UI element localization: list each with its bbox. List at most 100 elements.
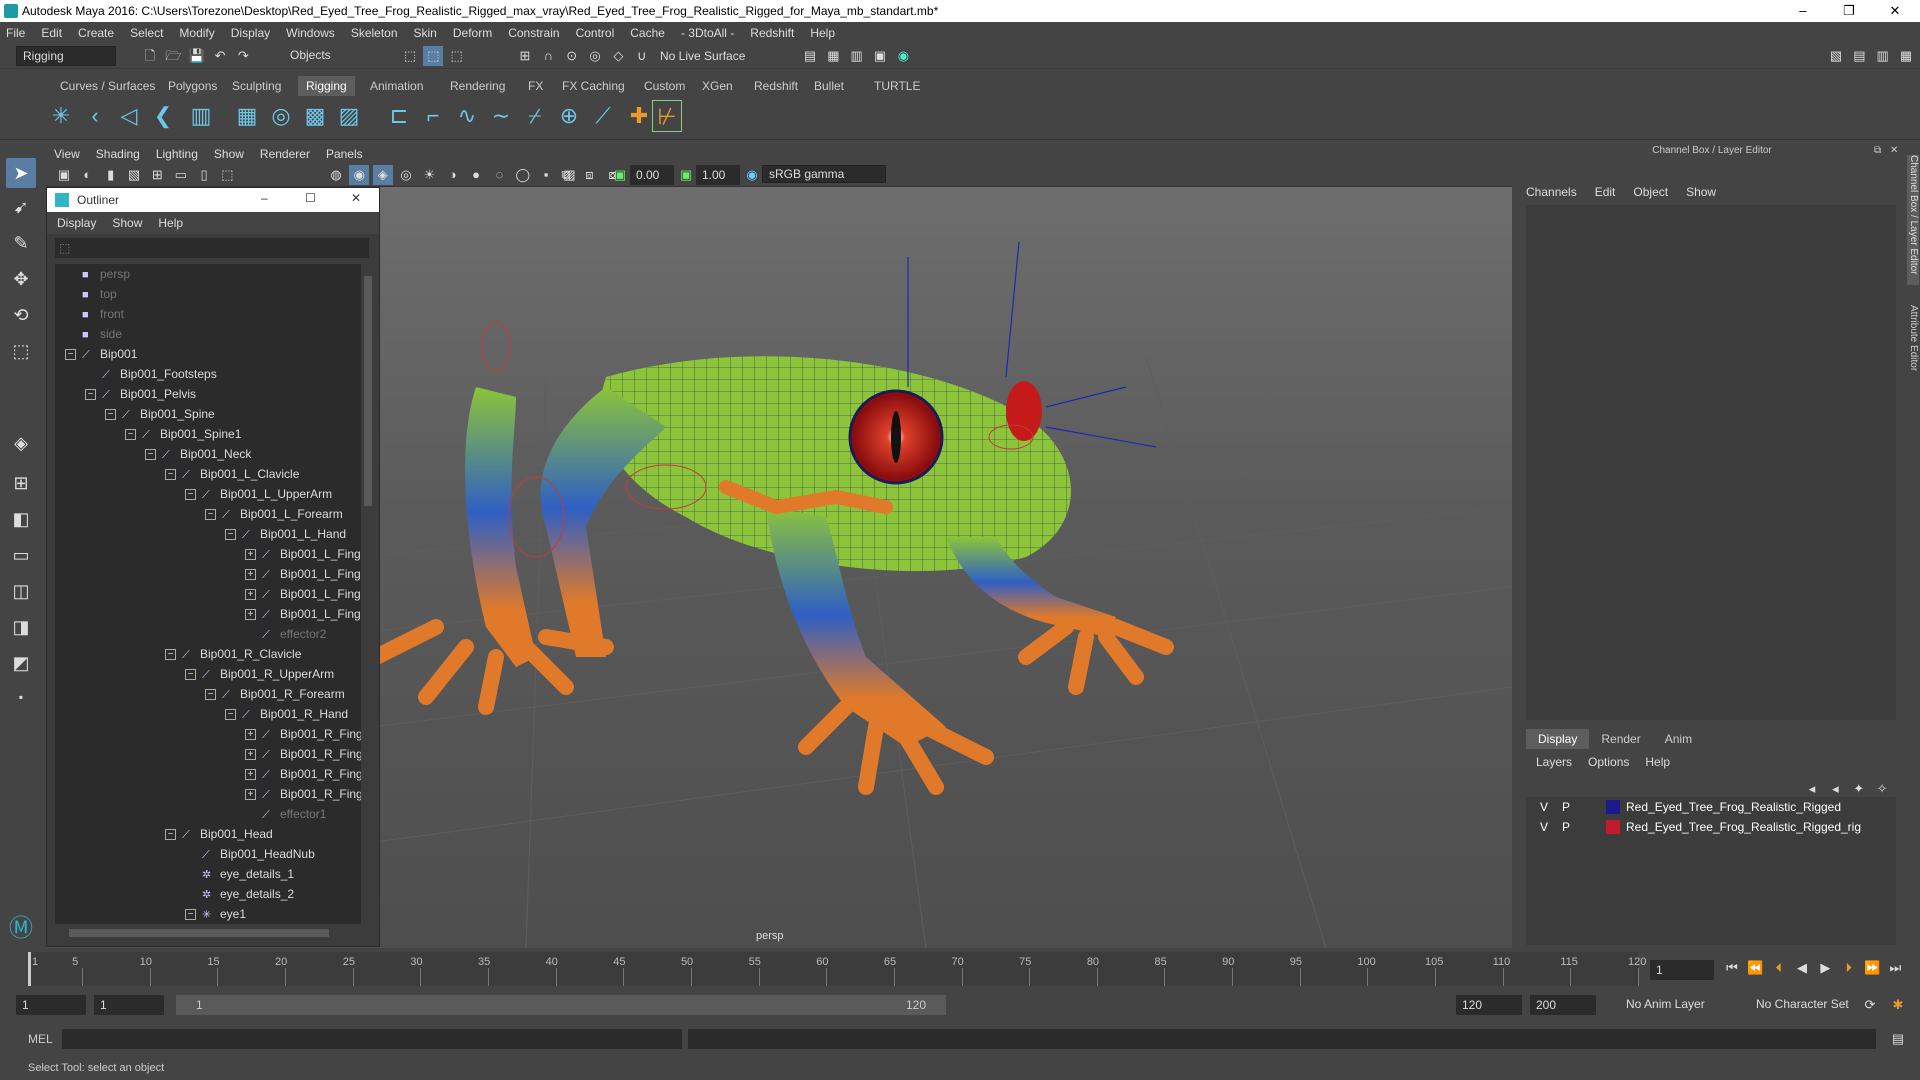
current-frame-field[interactable]: 1: [1650, 960, 1714, 980]
bind-skin-icon[interactable]: ▥: [186, 100, 216, 132]
outliner-item[interactable]: − ⟋ Bip001: [65, 344, 137, 364]
play-forward-icon[interactable]: ▶: [1815, 958, 1835, 978]
wireframe-icon[interactable]: ◍: [326, 165, 346, 185]
exposure-icon[interactable]: ▣: [610, 165, 630, 185]
outliner-close-button[interactable]: ✕: [351, 191, 361, 205]
character-set-dropdown[interactable]: No Character Set: [1750, 995, 1866, 1015]
menu-file[interactable]: File: [6, 26, 25, 40]
more-layouts-icon[interactable]: ▪: [6, 682, 36, 712]
end-time-field[interactable]: 200: [1530, 995, 1596, 1015]
camera-attr-icon[interactable]: ◐: [77, 165, 97, 185]
channel-menu-show[interactable]: Show: [1686, 185, 1716, 205]
ipr-render-icon[interactable]: ▥: [847, 46, 867, 66]
select-tool-icon[interactable]: ➤: [6, 158, 36, 188]
menu-cache[interactable]: Cache: [630, 26, 665, 40]
lattice-icon[interactable]: ▩: [300, 100, 330, 132]
outliner-item[interactable]: + ⟋ Bip001_R_Fing: [245, 764, 361, 784]
outliner-item[interactable]: + ⟋ Bip001_L_Fing: [245, 564, 361, 584]
tool-settings-icon[interactable]: ▥: [1873, 46, 1893, 66]
wire-icon[interactable]: ∿: [452, 100, 482, 132]
open-scene-icon[interactable]: 🗁: [163, 46, 183, 66]
outliner-item[interactable]: − ✳ eye1: [185, 904, 246, 924]
outliner-minimize-button[interactable]: –: [261, 191, 268, 205]
expand-toggle-icon[interactable]: −: [205, 509, 216, 521]
render-frame-icon[interactable]: ▦: [823, 46, 843, 66]
outliner-search-input[interactable]: ⬚: [55, 238, 369, 258]
locator-tool-icon[interactable]: ⌿: [520, 100, 550, 132]
layer-menu-options[interactable]: Options: [1588, 755, 1629, 775]
tab-rendering[interactable]: Rendering: [442, 76, 513, 96]
step-back-key-icon[interactable]: ⏪: [1745, 958, 1765, 978]
modeling-toolkit-icon[interactable]: ▧: [1826, 46, 1846, 66]
mel-command-input[interactable]: [62, 1029, 682, 1049]
smooth-bind-icon[interactable]: ▦: [232, 100, 262, 132]
tab-xgen[interactable]: XGen: [694, 76, 741, 96]
go-to-start-icon[interactable]: ⏮: [1722, 958, 1742, 978]
scale-tool-icon[interactable]: ⬚: [6, 336, 36, 366]
select-component-icon[interactable]: ⬚: [447, 46, 467, 66]
outliner-vertical-scrollbar[interactable]: [363, 264, 373, 924]
rigid-bind-icon[interactable]: ◎: [266, 100, 296, 132]
hypershade-layout-icon[interactable]: ◫: [6, 576, 36, 606]
menu-skeleton[interactable]: Skeleton: [351, 26, 398, 40]
tab-fx[interactable]: FX: [520, 76, 551, 96]
new-scene-icon[interactable]: 🗋: [140, 46, 160, 66]
anim-layer-dropdown[interactable]: No Anim Layer: [1620, 995, 1740, 1015]
grid-toggle-icon[interactable]: ⊞: [147, 165, 167, 185]
range-slider[interactable]: 1 120: [176, 995, 946, 1015]
outliner-item[interactable]: + ⟋ Bip001_L_Fing: [245, 544, 361, 564]
menu-help[interactable]: Help: [810, 26, 835, 40]
outliner-item[interactable]: + ⟋ Bip001_R_Fing: [245, 724, 361, 744]
outliner-item[interactable]: − ⟋ Bip001_Head: [165, 824, 273, 844]
expand-toggle-icon[interactable]: −: [165, 649, 176, 661]
cluster-icon[interactable]: ▨: [334, 100, 364, 132]
outliner-item[interactable]: ■ top: [65, 284, 117, 304]
move-tool-icon[interactable]: ✥: [6, 264, 36, 294]
layer-playback-toggle[interactable]: P: [1562, 797, 1570, 817]
antialiasing-icon[interactable]: ◯: [513, 165, 533, 185]
tab-bullet[interactable]: Bullet: [806, 76, 852, 96]
time-slider[interactable]: 1 5 10 15 20 25 30 35 40 45 50 55 60 65 70 75 80 85 90 95 10…: [0, 952, 1920, 988]
outliner-item[interactable]: ⟋ Bip001_HeadNub: [185, 844, 315, 864]
channel-menu-object[interactable]: Object: [1633, 185, 1668, 205]
exposure-field[interactable]: 0.00: [630, 165, 674, 185]
mode-dropdown[interactable]: Rigging: [16, 46, 116, 66]
outliner-horizontal-scrollbar[interactable]: [55, 926, 369, 940]
float-panel-icon[interactable]: ⧉: [1874, 145, 1881, 156]
persp-graph-icon[interactable]: ▭: [6, 540, 36, 570]
select-hierarchy-icon[interactable]: ⬚: [400, 46, 420, 66]
layer-menu-layers[interactable]: Layers: [1536, 755, 1572, 775]
wrap-icon[interactable]: ⌐: [418, 100, 448, 132]
expand-toggle-icon[interactable]: −: [185, 669, 196, 681]
viewport-menu-show[interactable]: Show: [214, 147, 244, 161]
layer-color-swatch[interactable]: [1606, 820, 1620, 834]
expand-toggle-icon[interactable]: −: [65, 349, 76, 361]
layer-visibility-toggle[interactable]: V: [1540, 817, 1548, 837]
minimize-button[interactable]: –: [1780, 0, 1826, 22]
tab-rigging[interactable]: Rigging: [298, 76, 355, 96]
tab-sculpting[interactable]: Sculpting: [224, 76, 289, 96]
channel-box-icon[interactable]: ▦: [1896, 46, 1916, 66]
outliner-item[interactable]: ■ front: [65, 304, 124, 324]
step-forward-key-icon[interactable]: ⏩: [1862, 958, 1882, 978]
outliner-item[interactable]: ⟋ effector2: [245, 624, 326, 644]
aim-constraint-icon[interactable]: ⟋: [588, 100, 618, 132]
new-layer-selected-icon[interactable]: ✧: [1872, 779, 1892, 799]
ik-spline-icon[interactable]: ◁: [114, 100, 144, 132]
timeline-track[interactable]: 1 5 10 15 20 25 30 35 40 45 50 55 60 65 70 75 80 85 90 95 10…: [28, 952, 1646, 986]
outliner-menu-show[interactable]: Show: [112, 216, 142, 230]
snap-curve-icon[interactable]: ∩: [538, 46, 558, 66]
ik-handle-icon[interactable]: ‹: [80, 100, 110, 132]
persp-outliner-icon[interactable]: ◧: [6, 504, 36, 534]
gamma-field[interactable]: 1.00: [696, 165, 740, 185]
outliner-item[interactable]: + ⟋ Bip001_L_Fing: [245, 584, 361, 604]
menu-modify[interactable]: Modify: [179, 26, 214, 40]
layer-color-swatch[interactable]: [1606, 800, 1620, 814]
outliner-item[interactable]: + ⟋ Bip001_R_Fing: [245, 744, 361, 764]
expand-toggle-icon[interactable]: +: [245, 569, 256, 581]
outliner-layout-icon[interactable]: ◨: [6, 612, 36, 642]
viewport-menu-renderer[interactable]: Renderer: [260, 147, 310, 161]
sculpt-deformer-icon[interactable]: ∼: [486, 100, 516, 132]
new-layer-icon[interactable]: ✦: [1849, 779, 1869, 799]
render-settings-icon[interactable]: ▤: [800, 46, 820, 66]
